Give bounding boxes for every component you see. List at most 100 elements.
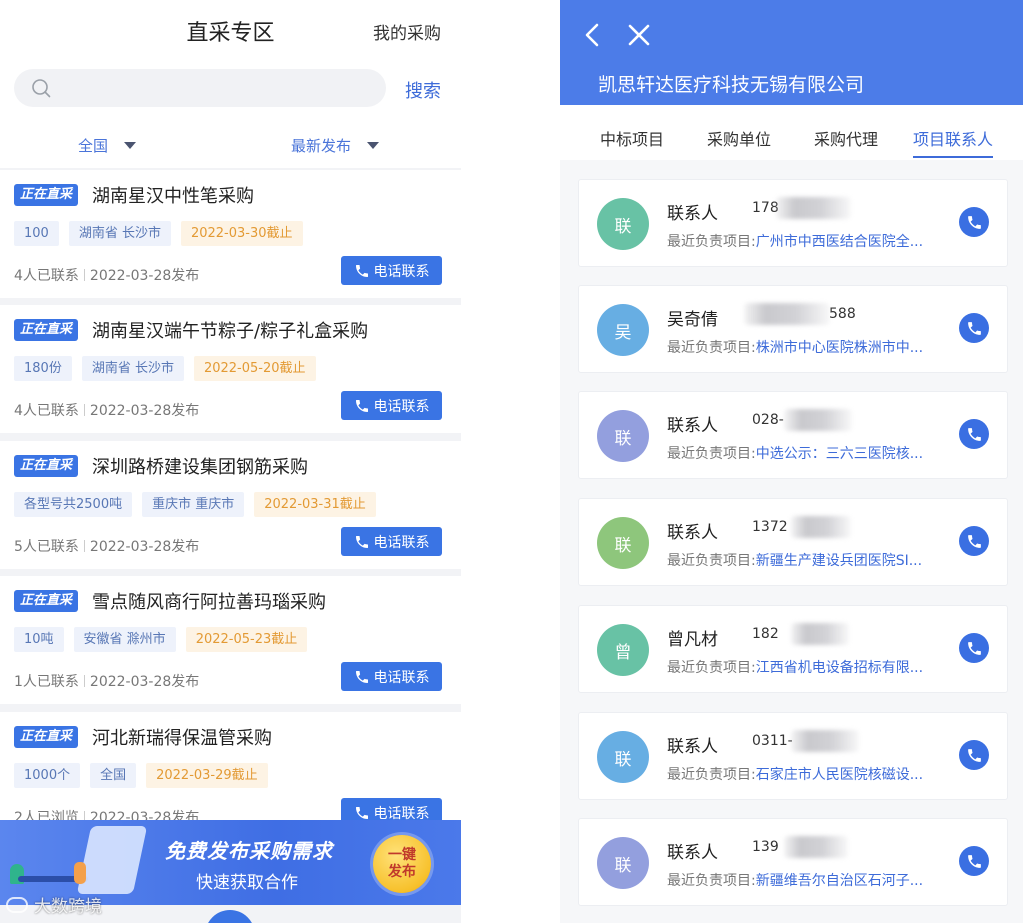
call-button-label: 电话联系 [373, 398, 430, 415]
contact-card[interactable]: 联联系人 139 最近负责项目:新疆维吾尔自治区石河子... [578, 818, 1008, 906]
live-badge: 正在直采 [14, 455, 79, 477]
one-click-publish-button[interactable]: 一键 发布 [373, 835, 431, 893]
recent-project-label: 最近负责项目: [667, 767, 756, 783]
sort-filter[interactable]: 最新发布 [291, 135, 380, 156]
recent-project-link[interactable]: 广州市中西医结合医院全... [756, 234, 923, 250]
purchase-card[interactable]: 正在直采 湖南星汉中性笔采购 100 湖南省 长沙市 2022-03-30截止 4人已联系… [0, 170, 461, 298]
phone-icon [967, 641, 981, 655]
recent-project: 最近负责项目:中选公示：三六三医院核... [667, 443, 923, 463]
phone-icon [355, 399, 368, 412]
recent-project: 最近负责项目:江西省机电设备招标有限... [667, 657, 923, 677]
region-filter[interactable]: 全国 [78, 135, 137, 156]
publish-date: 2022-03-28发布 [89, 403, 200, 419]
search-button[interactable]: 搜索 [405, 77, 441, 103]
live-badge: 正在直采 [14, 590, 79, 612]
phone-call-button[interactable] [959, 846, 989, 876]
watermark-text: 大数跨境 [34, 897, 102, 917]
purchase-title[interactable]: 河北新瑞得保温管采购 [92, 724, 272, 750]
purchase-card[interactable]: 正在直采 湖南星汉端午节粽子/粽子礼盒采购 180份 湖南省 长沙市 2022-05-2… [0, 305, 461, 433]
purchase-title[interactable]: 湖南星汉中性笔采购 [92, 182, 254, 208]
publish-button-line1: 一键 [388, 847, 416, 863]
avatar: 联 [597, 731, 649, 783]
live-badge: 正在直采 [14, 726, 79, 748]
tab-winning-projects[interactable]: 中标项目 [600, 126, 664, 150]
phone-icon [967, 427, 981, 441]
phone-redaction [776, 197, 851, 219]
call-button-label: 电话联系 [373, 263, 430, 280]
tab-purchasing-units[interactable]: 采购单位 [707, 126, 771, 150]
recent-project-label: 最近负责项目: [667, 873, 756, 889]
purchase-card[interactable]: 正在直采 雪点随风商行阿拉善玛瑙采购 10吨 安徽省 滁州市 2022-05-23截止 1… [0, 576, 461, 704]
tab-project-contacts[interactable]: 项目联系人 [913, 126, 993, 150]
location-tag: 安徽省 滁州市 [73, 627, 176, 652]
quantity-tag: 100 [14, 221, 59, 246]
call-button[interactable]: 电话联系 [341, 391, 442, 420]
phone-call-button[interactable] [959, 419, 989, 449]
caret-down-icon [124, 142, 137, 149]
contact-phone: 182 [752, 626, 779, 642]
recent-project-link[interactable]: 株洲市中心医院株洲市中... [756, 340, 923, 356]
close-icon[interactable] [626, 22, 652, 48]
phone-icon [355, 806, 368, 819]
recent-project: 最近负责项目:株洲市中心医院株洲市中... [667, 337, 923, 357]
live-badge: 正在直采 [14, 319, 79, 341]
contact-count: 4人已联系 [14, 268, 79, 284]
caret-down-icon [367, 142, 380, 149]
location-tag: 湖南省 长沙市 [68, 221, 171, 246]
tab-purchasing-agents[interactable]: 采购代理 [814, 126, 878, 150]
call-button[interactable]: 电话联系 [341, 527, 442, 556]
active-tab-indicator [913, 156, 993, 158]
purchase-title[interactable]: 湖南星汉端午节粽子/粽子礼盒采购 [92, 317, 368, 343]
watermark-logo-icon [6, 896, 28, 913]
recent-project-label: 最近负责项目: [667, 553, 756, 569]
recent-project-link[interactable]: 中选公示：三六三医院核... [756, 446, 923, 462]
publish-button-line2: 发布 [388, 864, 416, 880]
contact-card[interactable]: 曾曾凡材 182 最近负责项目:江西省机电设备招标有限... [578, 605, 1008, 693]
sort-filter-label: 最新发布 [291, 137, 352, 155]
my-purchase-link[interactable]: 我的采购 [373, 19, 441, 44]
call-button[interactable]: 电话联系 [341, 256, 442, 285]
phone-icon [355, 264, 368, 277]
quantity-tag: 10吨 [14, 627, 64, 652]
recent-project-label: 最近负责项目: [667, 234, 756, 250]
phone-redaction [744, 303, 830, 325]
tag-row: 10吨 安徽省 滁州市 2022-05-23截止 [14, 627, 317, 652]
phone-call-button[interactable] [959, 526, 989, 556]
phone-icon [355, 670, 368, 683]
contact-card[interactable]: 联联系人 178 最近负责项目:广州市中西医结合医院全... [578, 179, 1008, 267]
avatar: 联 [597, 837, 649, 889]
avatar: 联 [597, 198, 649, 250]
tag-row: 100 湖南省 长沙市 2022-03-30截止 [14, 221, 313, 246]
contact-card[interactable]: 吴吴奇倩 588 最近负责项目:株洲市中心医院株洲市中... [578, 285, 1008, 373]
phone-redaction [791, 730, 859, 752]
live-badge: 正在直采 [14, 184, 79, 206]
company-contacts-panel: 凯思轩达医疗科技无锡有限公司 中标项目 采购单位 采购代理 项目联系人 联联系人… [560, 0, 1023, 923]
region-filter-label: 全国 [78, 137, 109, 155]
purchase-card[interactable]: 正在直采 深圳路桥建设集团钢筋采购 各型号共2500吨 重庆市 重庆市 2022-03-… [0, 441, 461, 569]
contact-phone: 588 [829, 306, 856, 322]
document-illustration [76, 826, 148, 894]
recent-project-link[interactable]: 江西省机电设备招标有限... [756, 660, 923, 676]
recent-project-link[interactable]: 石家庄市人民医院核磁设... [756, 767, 923, 783]
contact-card[interactable]: 联联系人 0311- 最近负责项目:石家庄市人民医院核磁设... [578, 712, 1008, 800]
recent-project: 最近负责项目:新疆维吾尔自治区石河子... [667, 870, 923, 890]
phone-icon [355, 535, 368, 548]
contact-name: 联系人 [667, 737, 718, 757]
banner-subline: 快速获取合作 [196, 873, 298, 893]
phone-call-button[interactable] [959, 207, 989, 237]
phone-call-button[interactable] [959, 633, 989, 663]
location-tag: 湖南省 长沙市 [81, 356, 184, 381]
phone-call-button[interactable] [959, 740, 989, 770]
purchase-title[interactable]: 雪点随风商行阿拉善玛瑙采购 [92, 588, 326, 614]
search-input[interactable] [14, 69, 386, 107]
phone-call-button[interactable] [959, 313, 989, 343]
recent-project-link[interactable]: 新疆生产建设兵团医院SI... [756, 553, 922, 569]
phone-icon [967, 748, 981, 762]
purchase-title[interactable]: 深圳路桥建设集团钢筋采购 [92, 453, 308, 479]
recent-project-link[interactable]: 新疆维吾尔自治区石河子... [756, 873, 923, 889]
contact-card[interactable]: 联联系人 028- 最近负责项目:中选公示：三六三医院核... [578, 391, 1008, 479]
call-button[interactable]: 电话联系 [341, 662, 442, 691]
floating-action-button[interactable] [205, 910, 255, 923]
contact-card[interactable]: 联联系人 1372 最近负责项目:新疆生产建设兵团医院SI... [578, 498, 1008, 586]
back-icon[interactable] [580, 22, 606, 48]
